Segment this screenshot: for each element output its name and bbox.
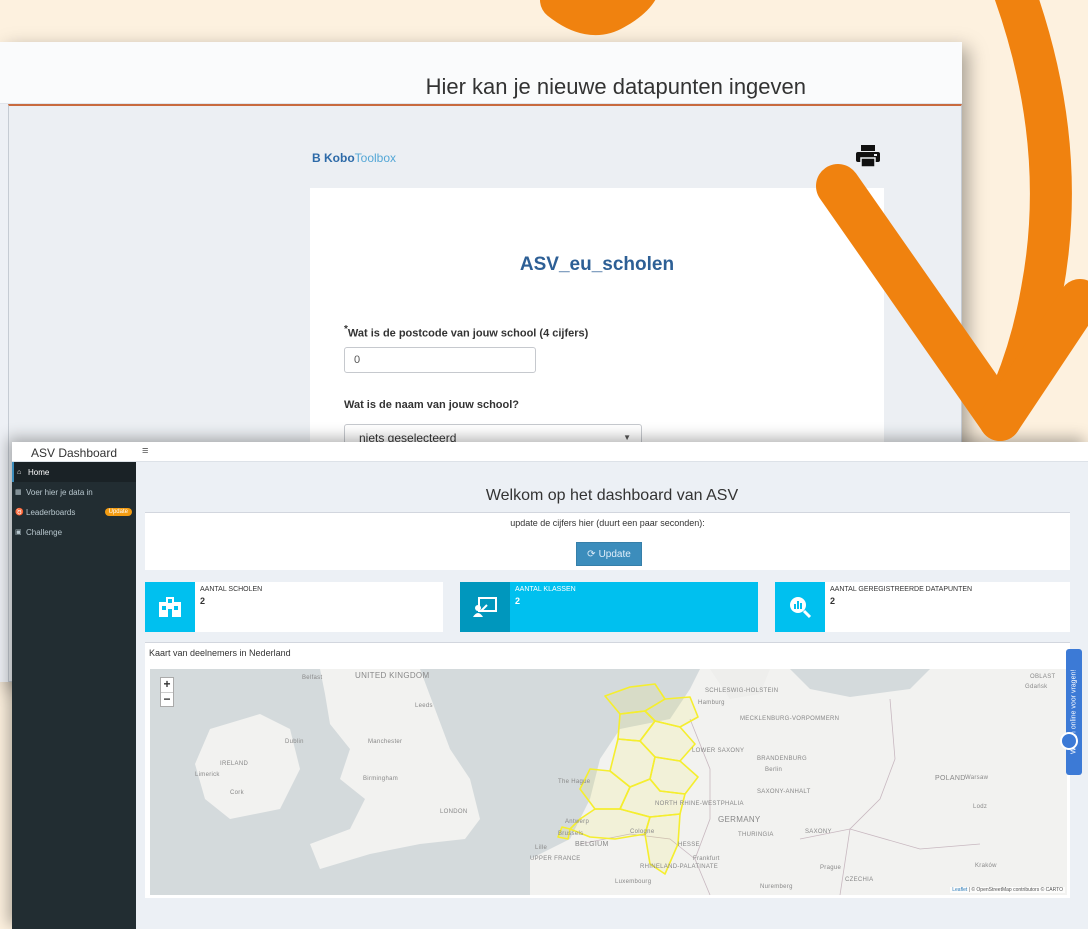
map-label: THURINGIA bbox=[738, 832, 774, 838]
dashboard-title: Welkom op het dashboard van ASV bbox=[485, 487, 739, 504]
update-button-label: Update bbox=[598, 548, 631, 560]
banner-title: Hier kan je nieuwe datapunten ingeven bbox=[425, 74, 806, 99]
dashboard-window: ASV Dashboard ≡ ⌂ Home ▦ Voer hier je da… bbox=[12, 442, 1088, 929]
classroom-icon bbox=[460, 582, 510, 632]
map-label: Nuremberg bbox=[760, 884, 793, 890]
map-label: Birmingham bbox=[363, 776, 399, 782]
map-label: SCHLESWIG-HOLSTEIN bbox=[705, 688, 779, 694]
map-label: Brussels bbox=[558, 831, 584, 837]
infobox-label: AANTAL KLASSEN bbox=[515, 586, 576, 593]
chart-icon: ▣ bbox=[15, 529, 22, 536]
leaflet-map[interactable]: + − UNITED KINGDOM IRELAND LONDON BELGIU… bbox=[150, 669, 1067, 895]
sidebar-item-leaderboards[interactable]: ♉ Leaderboards Update bbox=[12, 502, 136, 522]
leaflet-link[interactable]: Leaflet bbox=[952, 887, 967, 893]
map-label: Kraków bbox=[975, 863, 997, 869]
map-label: HESSE bbox=[678, 842, 700, 848]
map-label: Lodz bbox=[973, 804, 988, 810]
zoom-in-button[interactable]: + bbox=[161, 678, 173, 692]
sidebar-item-label: Home bbox=[28, 467, 50, 477]
home-icon: ⌂ bbox=[17, 468, 22, 476]
sidebar-item-data-entry[interactable]: ▦ Voer hier je data in bbox=[12, 482, 136, 502]
map-label: IRELAND bbox=[220, 761, 249, 767]
map-label: Lille bbox=[535, 845, 548, 851]
sidebar-item-home[interactable]: ⌂ Home bbox=[12, 462, 136, 482]
sidebar-item-challenge[interactable]: ▣ Challenge bbox=[12, 522, 136, 542]
map-label: Dublin bbox=[285, 739, 304, 745]
map-label: LOWER SAXONY bbox=[692, 748, 745, 754]
form-title: ASV_eu_scholen bbox=[519, 254, 675, 275]
infobox-scholen: AANTAL SCHOLEN 2 bbox=[145, 582, 443, 632]
map-label: Belfast bbox=[302, 675, 323, 681]
infobox-value: 2 bbox=[830, 596, 836, 606]
table-icon: ▦ bbox=[15, 489, 22, 496]
infobox-label: AANTAL SCHOLEN bbox=[200, 586, 263, 593]
dashboard-brand[interactable]: ASV Dashboard bbox=[12, 442, 136, 462]
caret-down-icon: ▼ bbox=[623, 433, 631, 442]
infobox-klassen: AANTAL KLASSEN 2 bbox=[460, 582, 758, 632]
sidebar-item-label: Voer hier je data in bbox=[26, 487, 93, 497]
map-label: MECKLENBURG-VORPOMMERN bbox=[740, 716, 840, 722]
school-icon bbox=[145, 582, 195, 632]
update-button[interactable]: ⟳ Update bbox=[576, 542, 642, 566]
chat-bubble-icon[interactable] bbox=[1060, 732, 1078, 750]
map-attribution: Leaflet | © OpenStreetMap contributors ©… bbox=[950, 887, 1065, 893]
map-label: RHINELAND-PALATINATE bbox=[640, 864, 719, 870]
menu-toggle-icon[interactable]: ≡ bbox=[142, 445, 148, 457]
infobox-value: 2 bbox=[515, 596, 521, 606]
map-label: NORTH RHINE-WESTPHALIA bbox=[655, 801, 744, 807]
map-label: Gdańsk bbox=[1025, 684, 1048, 690]
chat-tab[interactable]: We zijn online voor vragen! bbox=[1066, 649, 1082, 775]
update-text: update de cijfers hier (duurt een paar s… bbox=[510, 518, 705, 528]
map-label: Luxembourg bbox=[615, 879, 652, 885]
map-label: Cologne bbox=[630, 829, 655, 835]
map-label: Prague bbox=[820, 865, 842, 871]
map-label: CZECHIA bbox=[845, 877, 874, 883]
map-label: Hamburg bbox=[698, 700, 725, 706]
map-label: The Hague bbox=[558, 779, 591, 785]
map-label: UNITED KINGDOM bbox=[355, 671, 430, 680]
update-badge: Update bbox=[104, 508, 132, 516]
map-box: Kaart van deelnemers in Nederland + − UN… bbox=[145, 642, 1070, 898]
map-label: Manchester bbox=[368, 739, 403, 745]
map-label: GERMANY bbox=[718, 815, 761, 824]
map-label: SAXONY-ANHALT bbox=[757, 789, 811, 795]
map-label: LONDON bbox=[440, 809, 468, 815]
sidebar-item-label: Challenge bbox=[26, 527, 63, 537]
trophy-icon: ♉ bbox=[15, 509, 24, 516]
map-label: Cork bbox=[230, 790, 244, 796]
infobox-datapunten: AANTAL GEREGISTREERDE DATAPUNTEN 2 bbox=[775, 582, 1070, 632]
map-label: Berlin bbox=[765, 767, 783, 773]
map-title: Kaart van deelnemers in Nederland bbox=[149, 648, 291, 658]
zoom-out-button[interactable]: − bbox=[161, 692, 173, 706]
refresh-icon: ⟳ bbox=[587, 548, 596, 560]
postcode-input[interactable]: 0 bbox=[344, 347, 536, 373]
map-basemap bbox=[150, 669, 1067, 895]
map-label: BELGIUM bbox=[575, 841, 609, 848]
kobotoolbox-logo: B KoboToolbox bbox=[312, 151, 397, 165]
form-banner: Hier kan je nieuwe datapunten ingeven bbox=[0, 42, 962, 104]
search-chart-icon bbox=[775, 582, 825, 632]
question-school-label: Wat is de naam van jouw school? bbox=[344, 399, 520, 411]
infobox-value: 2 bbox=[200, 596, 206, 606]
map-label: POLAND bbox=[935, 775, 966, 782]
print-icon[interactable] bbox=[855, 144, 881, 168]
map-label: Frankfurt bbox=[693, 856, 720, 862]
map-label: UPPER FRANCE bbox=[530, 856, 581, 862]
update-box: update de cijfers hier (duurt een paar s… bbox=[145, 512, 1070, 570]
map-zoom-control: + − bbox=[160, 677, 174, 707]
map-label: Leeds bbox=[415, 703, 433, 709]
map-label: Warsaw bbox=[965, 775, 989, 781]
map-label: BRANDENBURG bbox=[757, 756, 807, 762]
sidebar: ⌂ Home ▦ Voer hier je data in ♉ Leaderbo… bbox=[12, 462, 136, 929]
dashboard-topbar: ASV Dashboard ≡ bbox=[12, 442, 1088, 462]
map-label: OBLAST bbox=[1030, 674, 1056, 680]
question-postcode-label: *Wat is de postcode van jouw school (4 c… bbox=[344, 324, 589, 340]
sidebar-item-label: Leaderboards bbox=[26, 507, 76, 517]
infobox-label: AANTAL GEREGISTREERDE DATAPUNTEN bbox=[830, 586, 973, 593]
map-label: Antwerp bbox=[565, 819, 590, 825]
map-label: SAXONY bbox=[805, 829, 832, 835]
map-label: Limerick bbox=[195, 772, 220, 778]
